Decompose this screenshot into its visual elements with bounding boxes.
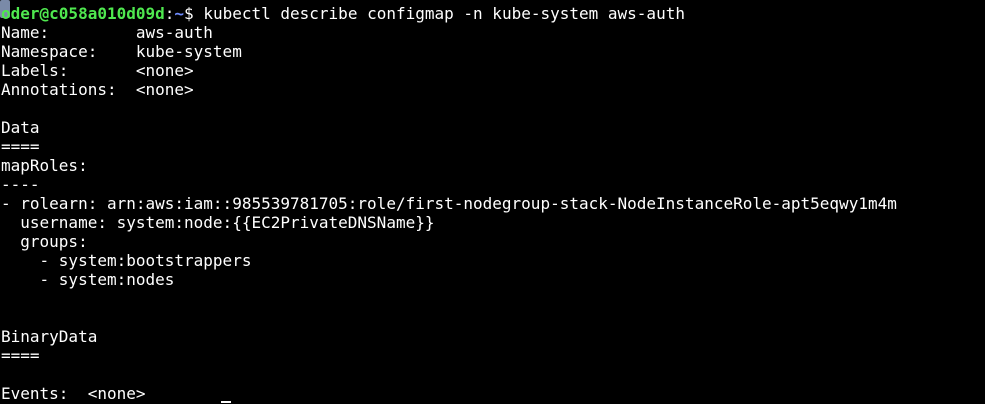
output-line: mapRoles: [1,156,88,175]
output-line: Events: <none> [1,384,146,403]
prompt-symbol: $ [184,4,194,23]
prompt-separator: : [164,4,175,23]
prompt-user-host: oder@c058a010d09d [1,4,165,23]
command-text: kubectl describe configmap -n kube-syste… [193,4,685,23]
output-line: Annotations: <none> [1,80,194,99]
text-cursor [221,401,231,403]
output-line: groups: [1,232,88,251]
output-line: Labels: <none> [1,61,194,80]
output-line: Name: aws-auth [1,23,213,42]
prompt-path: ~ [174,4,185,23]
output-line: ---- [1,175,40,194]
prompt-line: oder@c058a010d09d:~$ kubectl describe co… [1,4,685,23]
output-line: Namespace: kube-system [1,42,242,61]
output-line: ==== [1,137,40,156]
output-line: Data [1,118,40,137]
output-line: - system:bootstrappers [1,251,252,270]
terminal-window[interactable]: oder@c058a010d09d:~$ kubectl describe co… [0,0,985,404]
output-line: - system:nodes [1,270,175,289]
output-line: - rolearn: arn:aws:iam::985539781705:rol… [1,194,897,213]
output-line: username: system:node:{{EC2PrivateDNSNam… [1,213,435,232]
output-line: BinaryData [1,327,98,346]
output-line: ==== [1,346,40,365]
